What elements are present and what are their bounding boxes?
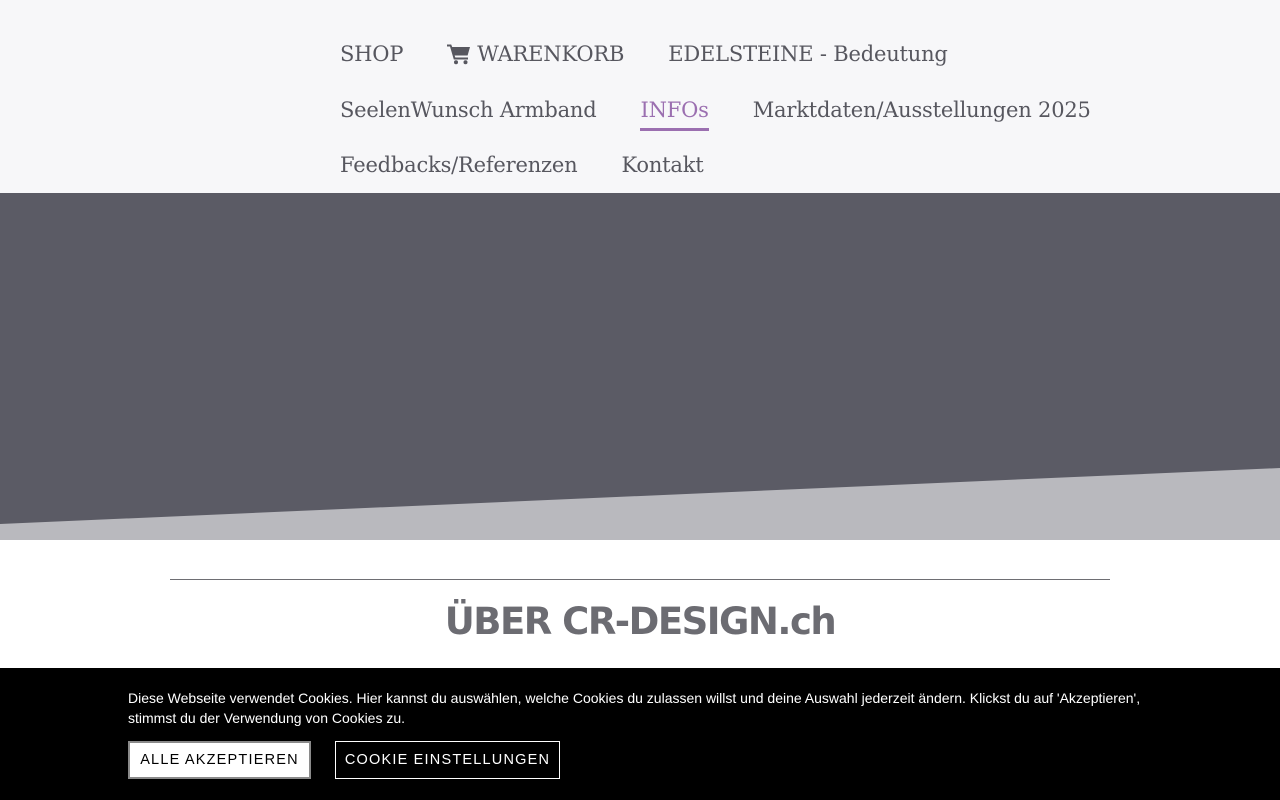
section-title: ÜBER CR-DESIGN.ch <box>444 600 837 643</box>
nav-item-infos[interactable]: INFOs <box>640 98 709 131</box>
nav-row-1: SHOP WARENKORB EDELSTEINE - Bedeutung <box>340 34 992 74</box>
nav-item-label: SeelenWunsch Armband <box>340 98 597 122</box>
accept-all-cookies-button[interactable]: ALLE AKZEPTIEREN <box>128 741 311 779</box>
nav-item-seelenwunsch[interactable]: SeelenWunsch Armband <box>340 98 597 122</box>
hero-banner <box>0 193 1280 540</box>
nav-row-3: Feedbacks/Referenzen Kontakt <box>340 145 748 185</box>
section-divider <box>170 579 1110 580</box>
nav-item-kontakt[interactable]: Kontakt <box>621 153 703 177</box>
cookie-settings-button[interactable]: COOKIE EINSTELLUNGEN <box>335 741 560 779</box>
shopping-cart-icon <box>447 44 471 65</box>
site-header: SHOP WARENKORB EDELSTEINE - Bedeutung Se <box>0 0 1280 193</box>
nav-item-shop[interactable]: SHOP <box>340 42 403 66</box>
nav-item-warenkorb[interactable]: WARENKORB <box>447 42 624 66</box>
nav-item-edelsteine[interactable]: EDELSTEINE - Bedeutung <box>668 42 948 66</box>
nav-item-label: Feedbacks/Referenzen <box>340 153 578 177</box>
nav-item-label: INFOs <box>640 98 709 122</box>
nav-item-label: Kontakt <box>621 153 704 177</box>
nav-item-label: Marktdaten/Ausstellungen 2025 <box>752 98 1091 122</box>
cookie-banner: Diese Webseite verwendet Cookies. Hier k… <box>0 668 1280 800</box>
page: SHOP WARENKORB EDELSTEINE - Bedeutung Se <box>0 0 1280 800</box>
nav-item-feedbacks[interactable]: Feedbacks/Referenzen <box>340 153 578 177</box>
hero-slant-shape <box>0 468 1280 540</box>
nav-item-label: EDELSTEINE - Bedeutung <box>668 42 948 66</box>
nav-item-label: SHOP <box>340 42 404 66</box>
nav-item-marktdaten[interactable]: Marktdaten/Ausstellungen 2025 <box>753 98 1091 122</box>
nav-item-label: WARENKORB <box>477 42 625 66</box>
cookie-notice-text: Diese Webseite verwendet Cookies. Hier k… <box>128 690 1141 726</box>
nav-row-2: SeelenWunsch Armband INFOs Marktdaten/Au… <box>340 90 1135 131</box>
